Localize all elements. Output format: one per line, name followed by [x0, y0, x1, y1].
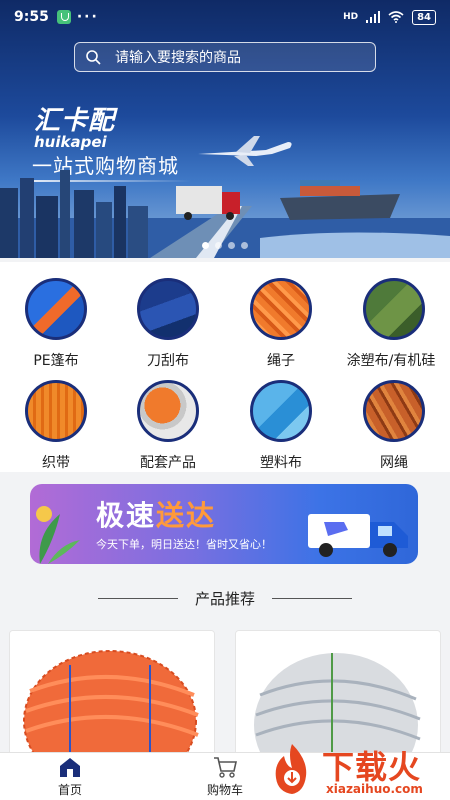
promo-title: 极速送达 [96, 494, 216, 534]
category-label: 绳子 [267, 353, 295, 369]
nav-home[interactable]: 首页 [40, 755, 100, 798]
brand-logo: 汇卡配 huikapei [34, 100, 115, 151]
promo-banner[interactable]: 极速送达 今天下单，明日送达！省时又省心！ [30, 484, 418, 564]
home-icon [60, 758, 80, 777]
shield-icon [56, 10, 71, 24]
search-input[interactable]: 请输入要搜索的商品 [74, 42, 376, 72]
webbing-icon [25, 380, 87, 442]
category-label: 织带 [42, 455, 70, 471]
accessories-icon [137, 380, 199, 442]
category-coated-fabric[interactable]: 涂塑布/有机硅 [338, 278, 450, 370]
category-accessories[interactable]: 配套产品 [112, 380, 224, 472]
category-webbing[interactable]: 织带 [0, 380, 112, 472]
carousel-dot[interactable] [241, 242, 248, 249]
carousel-dot[interactable] [215, 242, 222, 249]
rope-icon [250, 278, 312, 340]
category-label: 塑料布 [260, 455, 302, 471]
wifi-icon [388, 11, 404, 23]
leaf-decoration-icon [36, 506, 80, 564]
carousel-dot[interactable] [202, 242, 209, 249]
section-title-recommend: 产品推荐 [0, 588, 450, 609]
nav-cart[interactable]: 购物车 [195, 755, 255, 798]
nav-cart-label: 购物车 [206, 783, 243, 797]
status-time: 9:55 [14, 9, 49, 25]
carousel-dot[interactable] [228, 242, 235, 249]
hero-banner[interactable]: 9:55 ··· HD 84 请输入要搜索的商品 汇卡配 huikapei 一站… [0, 0, 450, 258]
promo-title-b: 送达 [156, 499, 217, 532]
product-card[interactable] [9, 630, 215, 760]
category-pe-tarp[interactable]: PE篷布 [0, 278, 112, 370]
category-label: PE篷布 [33, 353, 79, 369]
knife-coated-fabric-icon [137, 278, 199, 340]
category-label: 配套产品 [140, 455, 196, 471]
plastic-sheet-icon [250, 380, 312, 442]
shopping-cart-icon [214, 757, 237, 778]
battery-indicator: 84 [412, 9, 436, 25]
signal-icon [366, 11, 381, 23]
orange-rope-coil-image [10, 631, 214, 759]
coated-fabric-icon [363, 278, 425, 340]
net-rope-icon [363, 380, 425, 442]
promo-title-a: 极速 [96, 499, 157, 532]
category-grid: PE篷布 刀刮布 绳子 涂塑布/有机硅 织带 配套产品 塑料布 网绳 [0, 262, 450, 472]
flame-logo-icon [275, 744, 307, 794]
carousel-indicator [0, 242, 450, 249]
nav-home-label: 首页 [57, 783, 82, 797]
category-plastic-sheet[interactable]: 塑料布 [225, 380, 337, 472]
network-label: HD [343, 12, 359, 22]
status-right: HD 84 [343, 9, 436, 25]
category-net-rope[interactable]: 网绳 [338, 380, 450, 472]
logo-en: huikapei [34, 133, 107, 151]
status-dots: ··· [76, 9, 99, 25]
category-knife-coated[interactable]: 刀刮布 [112, 278, 224, 370]
delivery-truck-icon [308, 514, 408, 557]
watermark-en: xiazaihuo.com [326, 782, 423, 796]
promo-subtitle: 今天下单，明日送达！省时又省心！ [96, 538, 272, 551]
category-label: 刀刮布 [147, 353, 189, 369]
watermark: 下载火 xiazaihuo.com [258, 738, 450, 800]
search-icon [86, 50, 101, 65]
category-label: 网绳 [380, 455, 408, 471]
category-rope[interactable]: 绳子 [225, 278, 337, 370]
status-bar: 9:55 ··· HD 84 [0, 0, 450, 34]
pe-tarp-icon [25, 278, 87, 340]
logo-cn: 汇卡配 [34, 106, 116, 136]
category-label: 涂塑布/有机硅 [346, 353, 436, 369]
search-placeholder: 请输入要搜索的商品 [115, 50, 241, 66]
